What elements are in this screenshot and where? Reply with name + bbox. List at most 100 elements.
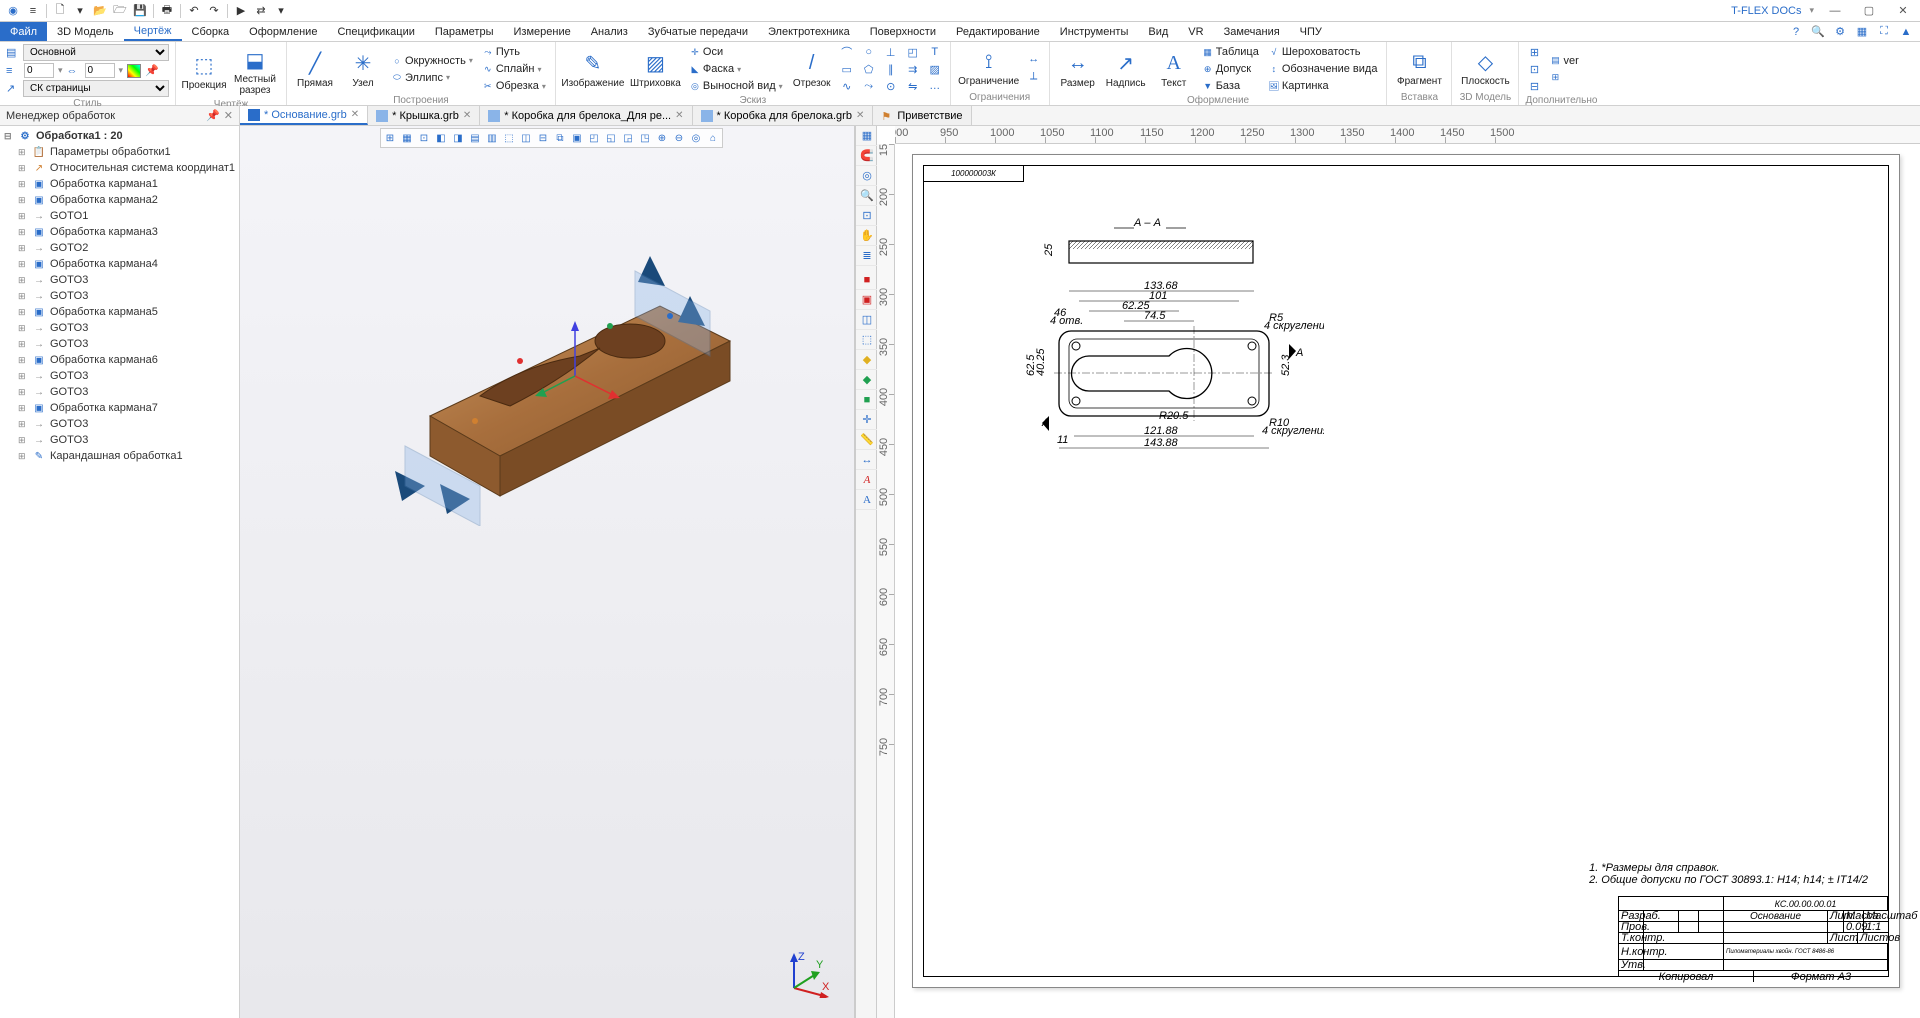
collapse-ribbon-icon[interactable]: ▲ bbox=[1896, 23, 1916, 41]
rt-cube-icon[interactable]: ■ bbox=[856, 270, 878, 290]
tab-3d-model[interactable]: 3D Модель bbox=[47, 22, 124, 41]
tree-item[interactable]: ⊞▣Обработка кармана2 bbox=[16, 192, 237, 208]
c1-icon[interactable]: ↔ bbox=[1025, 51, 1043, 67]
note-button[interactable]: ↗Надпись bbox=[1104, 48, 1148, 91]
expander-icon[interactable]: ⊞ bbox=[18, 195, 28, 206]
perp-icon[interactable]: ⊥ bbox=[882, 44, 900, 60]
rt-zoomfit-icon[interactable]: ⊡ bbox=[856, 206, 878, 226]
vt-18[interactable]: ⊖ bbox=[671, 130, 687, 146]
vt-19[interactable]: ◎ bbox=[688, 130, 704, 146]
mirror-icon[interactable]: ⇋ bbox=[904, 78, 922, 94]
picture-button[interactable]: 🖼Картинка bbox=[1266, 78, 1381, 94]
expander-icon[interactable]: ⊞ bbox=[18, 307, 28, 318]
callout-button[interactable]: ◎Выносной вид▾ bbox=[687, 78, 786, 94]
expander-icon[interactable]: ⊞ bbox=[18, 355, 28, 366]
maximize-button[interactable]: ▢ bbox=[1856, 2, 1882, 20]
tab-measure[interactable]: Измерение bbox=[504, 22, 581, 41]
tab-view[interactable]: Вид bbox=[1138, 22, 1178, 41]
rt-cube3-icon[interactable]: ◫ bbox=[856, 310, 878, 330]
vt-11[interactable]: ⧉ bbox=[552, 130, 568, 146]
hatch-style-icon[interactable]: ▤ bbox=[6, 46, 20, 59]
doctab-2[interactable]: * Коробка для брелока_Для ре...✕ bbox=[480, 106, 692, 125]
vt-13[interactable]: ◰ bbox=[586, 130, 602, 146]
close-icon[interactable]: ✕ bbox=[675, 110, 683, 121]
save-icon[interactable]: 💾 bbox=[131, 2, 149, 20]
tree-item[interactable]: ⊞→GOTO3 bbox=[16, 368, 237, 384]
expand-icon[interactable]: ⛶ bbox=[1874, 23, 1894, 41]
poly-icon[interactable]: ⬠ bbox=[860, 61, 878, 77]
extra-icon[interactable]: … bbox=[926, 78, 944, 94]
ref-button[interactable]: ⊞ bbox=[1547, 70, 1581, 86]
doctab-1[interactable]: * Крышка.grb✕ bbox=[368, 106, 480, 125]
tree-item[interactable]: ⊞→GOTO3 bbox=[16, 336, 237, 352]
local-cut-button[interactable]: ⬓Местный разрез bbox=[230, 44, 280, 98]
rt-zoom-icon[interactable]: 🔍 bbox=[856, 186, 878, 206]
expander-icon[interactable]: ⊞ bbox=[18, 211, 28, 222]
tree-item[interactable]: ⊞→GOTO2 bbox=[16, 240, 237, 256]
open2-icon[interactable]: 🗁 bbox=[111, 2, 129, 20]
more-icon[interactable]: ▾ bbox=[272, 2, 290, 20]
cs-icon[interactable]: ↗ bbox=[6, 82, 20, 95]
close-icon[interactable]: ✕ bbox=[351, 109, 359, 120]
tab-tools[interactable]: Инструменты bbox=[1050, 22, 1139, 41]
tab-gears[interactable]: Зубчатые передачи bbox=[638, 22, 758, 41]
tab-assembly[interactable]: Сборка bbox=[182, 22, 240, 41]
tree-item[interactable]: ⊞📋Параметры обработки1 bbox=[16, 144, 237, 160]
open-icon[interactable]: 📂 bbox=[91, 2, 109, 20]
rt-layers-icon[interactable]: ≣ bbox=[856, 246, 878, 266]
tree-item[interactable]: ⊞→GOTO3 bbox=[16, 416, 237, 432]
vt-15[interactable]: ◲ bbox=[620, 130, 636, 146]
new-dropdown-icon[interactable]: ▾ bbox=[71, 2, 89, 20]
expander-icon[interactable]: ⊞ bbox=[18, 323, 28, 334]
close-button[interactable]: ✕ bbox=[1890, 2, 1916, 20]
projection-button[interactable]: ⬚Проекция bbox=[182, 50, 226, 93]
color-swatch[interactable] bbox=[127, 64, 141, 78]
expander-icon[interactable]: ⊞ bbox=[18, 371, 28, 382]
print-icon[interactable]: 🖶 bbox=[158, 2, 176, 20]
line-button[interactable]: ╱Прямая bbox=[293, 48, 337, 91]
vt-17[interactable]: ⊕ bbox=[654, 130, 670, 146]
expander-icon[interactable]: ⊞ bbox=[18, 163, 28, 174]
axes-button[interactable]: ✛Оси bbox=[687, 44, 786, 60]
expander-icon[interactable]: ⊞ bbox=[18, 291, 28, 302]
tree-item[interactable]: ⊞▣Обработка кармана5 bbox=[16, 304, 237, 320]
table-button[interactable]: ▦Таблица bbox=[1200, 44, 1262, 60]
rt-cube2-icon[interactable]: ▣ bbox=[856, 290, 878, 310]
2d-viewport[interactable]: 9009501000105011001150120012501300135014… bbox=[877, 126, 1920, 1018]
trim-button[interactable]: ✂Обрезка▾ bbox=[480, 78, 549, 94]
menu-icon[interactable]: ≡ bbox=[24, 2, 42, 20]
ellipse-button[interactable]: ⬭Эллипс▾ bbox=[389, 70, 476, 86]
fragment-button[interactable]: ⧉Фрагмент bbox=[1393, 46, 1445, 89]
lineweight-input[interactable] bbox=[24, 63, 54, 78]
tree-item[interactable]: ⊞▣Обработка кармана1 bbox=[16, 176, 237, 192]
tab-edit[interactable]: Редактирование bbox=[946, 22, 1050, 41]
tab-analysis[interactable]: Анализ bbox=[581, 22, 638, 41]
curve-icon[interactable]: ∿ bbox=[838, 78, 856, 94]
extra2-icon[interactable]: ⊡ bbox=[1525, 61, 1543, 77]
tab-drawing[interactable]: Чертёж bbox=[124, 22, 182, 41]
tab-specs[interactable]: Спецификации bbox=[327, 22, 424, 41]
3d-viewport[interactable]: ⊞▦ ⊡◧ ◨▤ ▥⬚ ◫⊟ ⧉▣ ◰◱ ◲◳ ⊕⊖ ◎⌂ bbox=[240, 126, 855, 1018]
hatch2-icon[interactable]: ▨ bbox=[926, 61, 944, 77]
expander-icon[interactable]: ⊞ bbox=[18, 435, 28, 446]
circle2-icon[interactable]: ○ bbox=[860, 44, 878, 60]
app-icon[interactable]: ◉ bbox=[4, 2, 22, 20]
vt-14[interactable]: ◱ bbox=[603, 130, 619, 146]
expander-icon[interactable]: ⊞ bbox=[18, 275, 28, 286]
minimize-button[interactable]: — bbox=[1822, 2, 1848, 20]
tab-vr[interactable]: VR bbox=[1178, 22, 1213, 41]
file-tab[interactable]: Файл bbox=[0, 22, 47, 41]
vt-7[interactable]: ▥ bbox=[484, 130, 500, 146]
tree-item[interactable]: ⊞↗Относительная система координат1 bbox=[16, 160, 237, 176]
rt-cube6-icon[interactable]: ◆ bbox=[856, 370, 878, 390]
rt-text-a-icon[interactable]: A bbox=[856, 470, 878, 490]
close-icon[interactable]: ✕ bbox=[856, 110, 864, 121]
vt-20[interactable]: ⌂ bbox=[705, 130, 721, 146]
tab-remarks[interactable]: Замечания bbox=[1214, 22, 1290, 41]
rt-cube7-icon[interactable]: ■ bbox=[856, 390, 878, 410]
expander-icon[interactable]: ⊞ bbox=[18, 147, 28, 158]
tree-item[interactable]: ⊞→GOTO3 bbox=[16, 272, 237, 288]
tree-item[interactable]: ⊞▣Обработка кармана3 bbox=[16, 224, 237, 240]
tree-item[interactable]: ⊞▣Обработка кармана7 bbox=[16, 400, 237, 416]
expander-icon[interactable]: ⊞ bbox=[18, 243, 28, 254]
